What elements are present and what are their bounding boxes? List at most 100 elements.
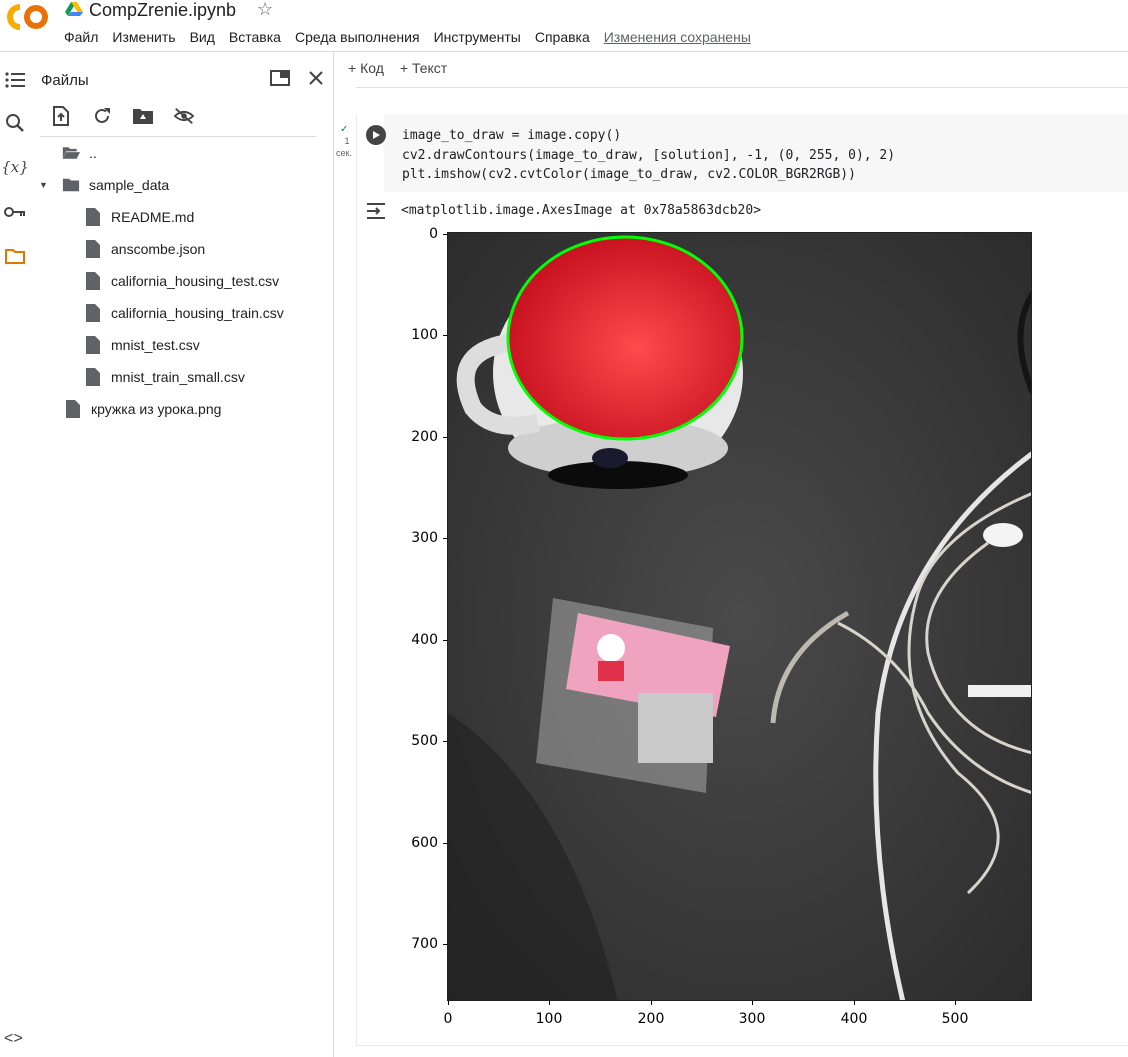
x-tick-label: 400 <box>840 1011 868 1027</box>
file-icon <box>84 368 102 386</box>
code-text[interactable]: image_to_draw = image.copy() cv2.drawCon… <box>402 126 895 185</box>
check-icon: ✓ <box>340 124 349 135</box>
y-tick-mark <box>443 234 447 235</box>
code-line: plt.imshow(cv2.cvtColor(image_to_draw, c… <box>402 167 856 182</box>
tree-item-mnist-test[interactable]: mnist_test.csv <box>84 334 200 356</box>
saved-status-link[interactable]: Изменения сохранены <box>604 29 751 45</box>
tree-item-label: sample_data <box>89 177 170 193</box>
y-tick-label: 500 <box>411 733 438 749</box>
tree-item-label: mnist_train_small.csv <box>111 369 245 385</box>
toc-icon[interactable] <box>3 68 27 92</box>
tree-item-housing-train[interactable]: california_housing_train.csv <box>84 302 284 324</box>
folder-icon <box>62 176 80 194</box>
file-icon <box>84 272 102 290</box>
menu-runtime[interactable]: Среда выполнения <box>295 29 420 45</box>
tree-item-label: кружка из урока.png <box>91 401 222 417</box>
exec-count: 1 <box>344 136 350 146</box>
y-tick-mark <box>443 538 447 539</box>
tree-item-label: .. <box>89 145 97 161</box>
menu-help[interactable]: Справка <box>535 29 590 45</box>
tree-item-label: anscombe.json <box>111 241 206 257</box>
file-icon <box>84 208 102 226</box>
y-tick-label: 300 <box>411 530 438 546</box>
y-tick-mark <box>443 843 447 844</box>
menu-file[interactable]: Файл <box>64 29 98 45</box>
y-tick-mark <box>443 437 447 438</box>
tree-item-label: mnist_test.csv <box>111 337 200 353</box>
tree-item-sample-data[interactable]: ▼ sample_data <box>39 174 169 196</box>
x-tick-mark <box>854 1001 855 1005</box>
menu-edit[interactable]: Изменить <box>112 29 175 45</box>
notebook-title[interactable]: CompZrenie.ipynb <box>89 0 236 21</box>
code-snippets-icon[interactable]: <> <box>4 1030 23 1048</box>
notebook-toolbar: + Код + Текст <box>348 60 447 76</box>
drive-icon <box>65 1 83 22</box>
add-code-button[interactable]: + Код <box>348 60 384 76</box>
file-icon <box>84 336 102 354</box>
y-tick-label: 100 <box>411 327 438 343</box>
caret-down-icon[interactable]: ▼ <box>39 180 52 190</box>
code-line: cv2.drawContours(image_to_draw, [solutio… <box>402 147 896 163</box>
refresh-icon[interactable] <box>91 105 113 127</box>
run-cell-button[interactable] <box>366 125 386 145</box>
open-in-tab-icon[interactable] <box>269 67 291 89</box>
x-tick-label: 300 <box>738 1011 766 1027</box>
x-tick-mark <box>448 1001 449 1005</box>
output-menu-icon[interactable] <box>366 202 386 225</box>
folder-open-icon <box>62 144 80 162</box>
file-icon <box>64 400 82 418</box>
menu-view[interactable]: Вид <box>190 29 215 45</box>
x-tick-mark <box>955 1001 956 1005</box>
y-tick-mark <box>443 741 447 742</box>
hide-files-icon[interactable] <box>173 105 195 127</box>
y-tick-mark <box>443 335 447 336</box>
output-image <box>447 232 1032 1001</box>
x-tick-mark <box>549 1001 550 1005</box>
search-icon[interactable] <box>3 111 27 135</box>
x-tick-mark <box>752 1001 753 1005</box>
x-tick-label: 500 <box>941 1011 969 1027</box>
x-tick-label: 0 <box>443 1011 453 1027</box>
key-icon[interactable] <box>3 200 27 224</box>
menu-bar: Файл Изменить Вид Вставка Среда выполнен… <box>64 29 765 45</box>
x-tick-label: 200 <box>637 1011 665 1027</box>
menu-tools[interactable]: Инструменты <box>434 29 521 45</box>
tree-item-readme[interactable]: README.md <box>84 206 194 228</box>
colab-logo[interactable] <box>6 3 50 31</box>
panel-divider <box>333 52 334 1057</box>
code-line: image_to_draw = image.copy() <box>402 128 622 143</box>
mount-drive-icon[interactable] <box>132 105 154 127</box>
add-text-button[interactable]: + Текст <box>400 60 447 76</box>
y-tick-mark <box>443 944 447 945</box>
x-tick-mark <box>651 1001 652 1005</box>
tree-item-label: california_housing_test.csv <box>111 273 280 289</box>
y-tick-label: 700 <box>411 936 438 952</box>
left-rail: {x} <> <box>0 52 30 1057</box>
tree-item-mug-png[interactable]: кружка из урока.png <box>64 398 221 420</box>
photo-mug-desk <box>448 233 1031 1000</box>
tree-item-mnist-train[interactable]: mnist_train_small.csv <box>84 366 245 388</box>
add-code-label: Код <box>360 60 384 76</box>
tree-item-parent[interactable]: .. <box>62 142 97 164</box>
tree-item-label: README.md <box>111 209 195 225</box>
toolbar-divider <box>356 87 1128 88</box>
tree-item-housing-test[interactable]: california_housing_test.csv <box>84 270 279 292</box>
variables-icon[interactable]: {x} <box>1 155 29 179</box>
add-text-label: Текст <box>411 60 448 76</box>
file-icon <box>84 304 102 322</box>
tree-item-anscombe[interactable]: anscombe.json <box>84 238 205 260</box>
y-tick-label: 400 <box>411 632 438 648</box>
x-tick-label: 100 <box>535 1011 563 1027</box>
tree-item-label: california_housing_train.csv <box>111 305 284 321</box>
folder-icon[interactable] <box>3 244 27 268</box>
upload-icon[interactable] <box>50 105 72 127</box>
star-icon[interactable]: ☆ <box>257 0 273 20</box>
files-toolbar <box>50 105 195 127</box>
play-icon <box>373 131 380 139</box>
files-panel: Файлы .. ▼ sample_data README.md anscomb… <box>30 52 333 1057</box>
close-icon[interactable] <box>305 67 327 89</box>
files-panel-title: Файлы <box>41 72 89 89</box>
y-tick-label: 200 <box>411 429 438 445</box>
y-tick-label: 0 <box>429 226 438 242</box>
menu-insert[interactable]: Вставка <box>229 29 281 45</box>
